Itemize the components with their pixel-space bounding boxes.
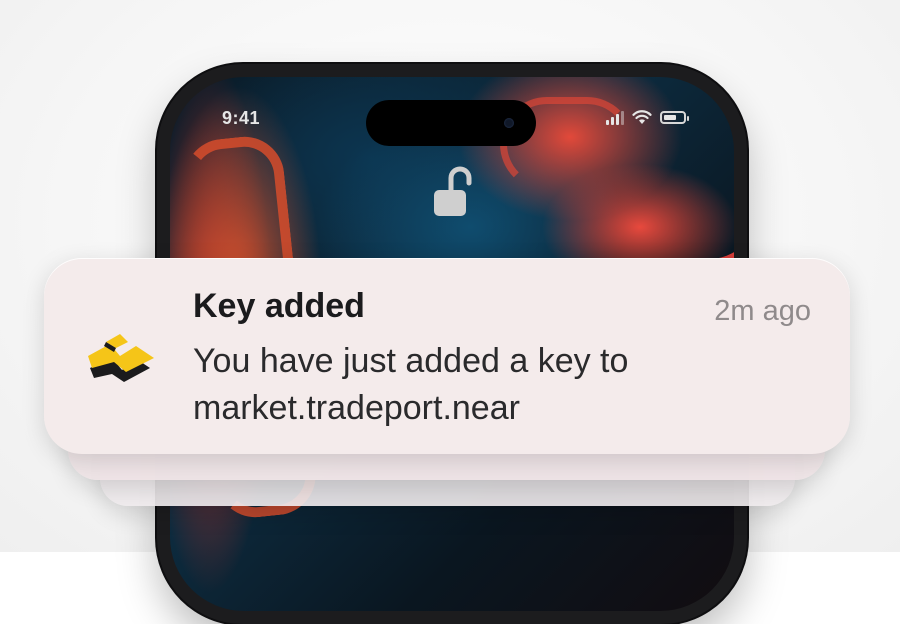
notification-timestamp: 2m ago	[714, 295, 811, 327]
battery-icon	[660, 111, 689, 124]
dynamic-island	[366, 100, 536, 146]
status-bar-icons	[606, 110, 689, 125]
unlocked-padlock-icon	[434, 166, 472, 216]
front-camera-icon	[504, 118, 514, 128]
status-bar-time: 9:41	[222, 108, 261, 128]
cellular-signal-icon	[606, 110, 624, 125]
notification-body: You have just added a key to market.trad…	[193, 338, 753, 432]
wifi-icon	[632, 110, 652, 124]
notification-title: Key added	[193, 287, 365, 325]
notification-body-line: market.tradeport.near	[193, 389, 520, 427]
near-wallet-logo-icon	[88, 334, 154, 382]
notification-body-line: You have just added a key to	[193, 342, 629, 380]
